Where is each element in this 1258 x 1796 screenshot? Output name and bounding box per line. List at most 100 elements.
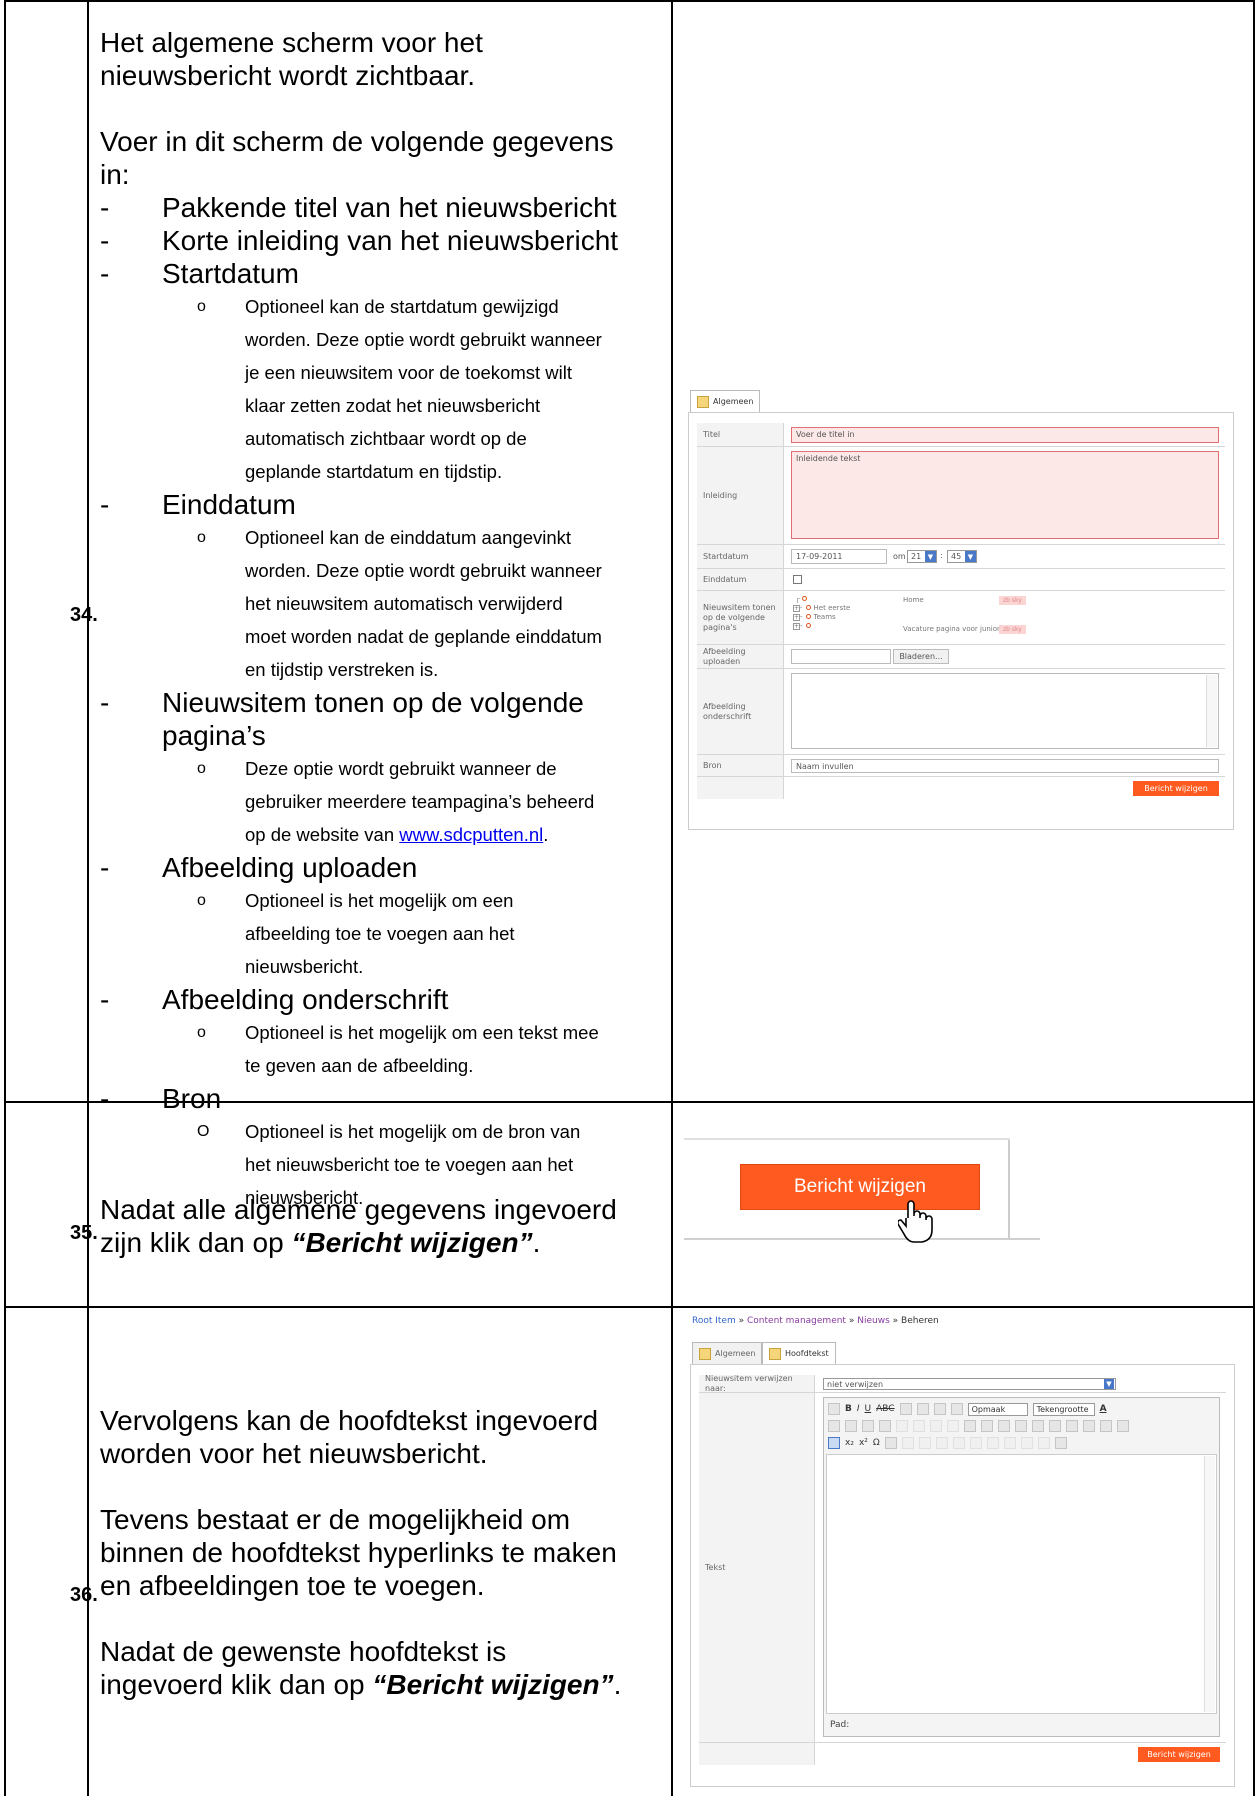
chevron-down-icon[interactable]: ▼ xyxy=(925,551,936,562)
cut-icon[interactable] xyxy=(1032,1420,1044,1432)
screenshot-algemeen-form: Algemeen Titel Voer de titel in Inleidin… xyxy=(688,390,1234,830)
print-icon[interactable] xyxy=(828,1403,840,1415)
form-row-tekst: Tekst B I U ABC Opmaak Tekengrootte A x₂… xyxy=(699,1393,1226,1743)
enddate-checkbox[interactable] xyxy=(793,575,802,584)
submit-button[interactable]: Bericht wijzigen xyxy=(1138,1747,1220,1762)
media-icon[interactable] xyxy=(1054,1437,1067,1449)
tab-hoofdtekst[interactable]: Hoofdtekst xyxy=(762,1342,836,1364)
anchor-icon[interactable] xyxy=(964,1420,976,1432)
italic-icon[interactable]: I xyxy=(857,1404,860,1414)
underline-icon[interactable]: U xyxy=(865,1404,872,1414)
editor-area[interactable] xyxy=(826,1454,1217,1714)
special-char-icon[interactable]: Ω xyxy=(873,1438,880,1448)
paste-icon[interactable] xyxy=(1066,1420,1078,1432)
source-input[interactable]: Naam invullen xyxy=(791,759,1219,773)
step-34-content: Het algemene scherm voor het nieuwsberic… xyxy=(100,26,660,1214)
undo-icon[interactable] xyxy=(896,1420,908,1432)
align-right-icon[interactable] xyxy=(933,1403,946,1415)
table-border-right xyxy=(1253,0,1255,1796)
browse-button[interactable]: Bladeren... xyxy=(893,649,949,664)
col-before-icon[interactable] xyxy=(1020,1437,1033,1449)
step-number: 36. xyxy=(70,1584,98,1606)
superscript-icon[interactable]: x² xyxy=(859,1438,868,1448)
numbered-list-icon[interactable] xyxy=(845,1420,857,1432)
html-icon[interactable] xyxy=(1015,1420,1027,1432)
table-divider-number xyxy=(87,0,89,1796)
chevron-down-icon[interactable]: ▼ xyxy=(1104,1379,1114,1389)
format-select[interactable]: Opmaak xyxy=(967,1402,1028,1416)
form-row-submit: Bericht wijzigen xyxy=(697,777,1225,799)
image-icon[interactable] xyxy=(981,1420,993,1432)
paste-word-icon[interactable] xyxy=(1083,1420,1095,1432)
breadcrumb-root[interactable]: Root Item xyxy=(692,1316,736,1326)
intro-textarea[interactable]: Inleidende tekst xyxy=(791,451,1219,539)
scrollbar[interactable] xyxy=(1204,1456,1215,1712)
file-input[interactable] xyxy=(791,649,891,664)
copy-icon[interactable] xyxy=(1049,1420,1061,1432)
editor-toolbar-2 xyxy=(828,1418,1129,1434)
redo-icon[interactable] xyxy=(913,1420,925,1432)
tab-algemeen[interactable]: Algemeen xyxy=(690,390,761,412)
title-input[interactable]: Voer de titel in xyxy=(791,427,1219,443)
breadcrumb-content-management[interactable]: Content management xyxy=(747,1316,846,1326)
breadcrumb-news[interactable]: Nieuws xyxy=(857,1316,890,1326)
edit-cell-icon[interactable] xyxy=(884,1437,897,1449)
panel-edge-top xyxy=(1008,1138,1010,1240)
cleanup-icon[interactable] xyxy=(998,1420,1010,1432)
font-color-icon[interactable]: A xyxy=(1100,1404,1107,1414)
align-justify-icon[interactable] xyxy=(950,1403,963,1415)
outdent-icon[interactable] xyxy=(862,1420,874,1432)
bold-icon[interactable]: B xyxy=(845,1404,852,1414)
list-item: - Korte inleiding van het nieuwsbericht xyxy=(100,225,619,256)
strike-icon[interactable]: ABC xyxy=(876,1404,894,1414)
bullet-list-icon[interactable] xyxy=(828,1420,840,1432)
align-center-icon[interactable] xyxy=(916,1403,929,1415)
list-item: - Bron xyxy=(100,1083,222,1114)
caption-textarea[interactable] xyxy=(791,673,1219,749)
scrollbar[interactable] xyxy=(1206,675,1217,747)
merge-icon[interactable] xyxy=(935,1437,948,1449)
editor-toolbar-3: x₂ x² Ω xyxy=(828,1435,1067,1451)
editor-status-bar: Pad: xyxy=(830,1720,850,1730)
chevron-down-icon[interactable]: ▼ xyxy=(965,551,976,562)
form-row-submit: Bericht wijzigen xyxy=(699,1743,1226,1765)
split-icon[interactable] xyxy=(952,1437,965,1449)
start-date-input[interactable]: 17-09-2011 xyxy=(791,549,887,564)
row-after-icon[interactable] xyxy=(986,1437,999,1449)
table-row-icon[interactable] xyxy=(901,1437,914,1449)
website-link[interactable]: www.sdcputten.nl xyxy=(399,824,543,845)
submit-button-large[interactable]: Bericht wijzigen xyxy=(740,1164,980,1210)
form-icon xyxy=(697,395,709,408)
page-tree[interactable]: ┌ +- Het eerste +- Teams +- xyxy=(793,595,850,631)
tab-algemeen[interactable]: Algemeen xyxy=(692,1342,763,1364)
subscript-icon[interactable]: x₂ xyxy=(845,1438,854,1448)
rich-text-editor[interactable]: BIU ABC Opmaak Tekengrootte A x₂ x² Ω xyxy=(823,1397,1220,1737)
unlink-icon[interactable] xyxy=(947,1420,959,1432)
font-size-select[interactable]: Tekengrootte xyxy=(1032,1402,1095,1416)
sub-item: o Optioneel is het mogelijk om een tekst… xyxy=(197,1022,599,1076)
delete-row-icon[interactable] xyxy=(1003,1437,1016,1449)
list-item: - Einddatum xyxy=(100,489,296,520)
submit-button[interactable]: Bericht wijzigen xyxy=(1133,781,1219,796)
panel-edge-bottom xyxy=(684,1238,1040,1240)
table-col-icon[interactable] xyxy=(918,1437,931,1449)
link-icon[interactable] xyxy=(930,1420,942,1432)
form-row-upload: Afbeelding uploaden Bladeren... xyxy=(697,645,1225,669)
align-left-icon[interactable] xyxy=(899,1403,912,1415)
redirect-select[interactable]: niet verwijzen xyxy=(823,1378,1116,1390)
replace-icon[interactable] xyxy=(1117,1420,1129,1432)
breadcrumb: Root Item » Content management » Nieuws … xyxy=(692,1316,939,1326)
screenshot-hoofdtekst-form: Root Item » Content management » Nieuws … xyxy=(690,1316,1235,1787)
step-number: 34. xyxy=(70,604,98,626)
col-after-icon[interactable] xyxy=(1037,1437,1050,1449)
list-item: - Afbeelding uploaden xyxy=(100,852,418,883)
breadcrumb-current: Beheren xyxy=(901,1316,939,1326)
find-icon[interactable] xyxy=(1100,1420,1112,1432)
form-icon xyxy=(699,1347,711,1360)
hand-pointer-icon xyxy=(898,1200,933,1243)
indent-icon[interactable] xyxy=(879,1420,891,1432)
table-icon[interactable] xyxy=(828,1437,840,1449)
table-divider-content xyxy=(671,0,673,1796)
row-before-icon[interactable] xyxy=(969,1437,982,1449)
sub-item: o Optioneel kan de startdatum gewijzigd w… xyxy=(197,296,602,482)
